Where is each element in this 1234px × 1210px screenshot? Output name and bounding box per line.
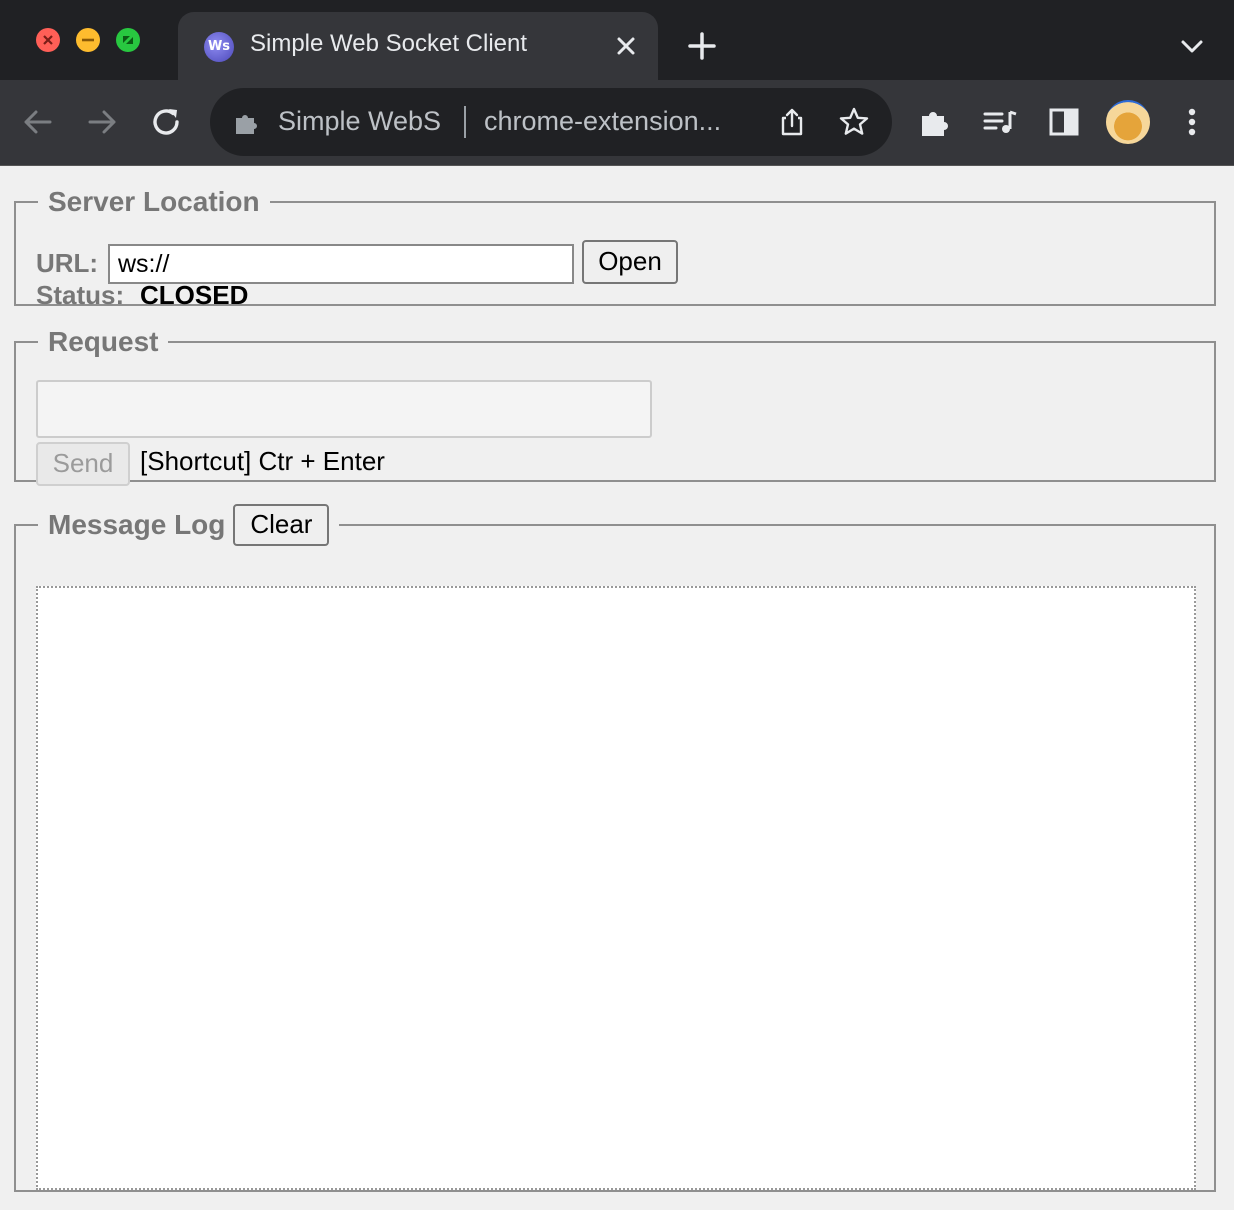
status-value: CLOSED (140, 280, 249, 310)
status-label: Status: (36, 280, 125, 310)
tab-close-icon[interactable] (612, 32, 640, 60)
site-name: Simple WebS (278, 106, 442, 136)
request-textarea[interactable] (36, 380, 652, 438)
extension-icon (236, 115, 257, 134)
request-legend: Request (48, 326, 159, 357)
message-log-section: Message Log Clear (14, 504, 1216, 1192)
open-button[interactable]: Open (582, 240, 678, 284)
request-section: Request Send [Shortcut] Ctr + Enter (14, 326, 1216, 486)
more-menu-icon[interactable] (1172, 102, 1212, 142)
browser-toolbar: Simple WebS chrome-extension... (0, 80, 1234, 166)
send-button[interactable]: Send (36, 442, 130, 486)
clear-button[interactable]: Clear (233, 504, 330, 546)
tab-title: Simple Web Socket Client (250, 30, 528, 57)
extension-page: Server Location URL: Open Status: CLOSED… (0, 166, 1234, 1210)
url-label: URL: (36, 248, 99, 278)
reload-icon[interactable] (146, 102, 186, 142)
url-input[interactable] (108, 244, 574, 284)
tab-strip: Ws Simple Web Socket Client (0, 0, 1234, 80)
media-control-icon[interactable] (980, 102, 1020, 142)
server-location-section: Server Location URL: Open Status: CLOSED (14, 186, 1216, 310)
message-log-area[interactable] (36, 586, 1196, 1190)
profile-avatar[interactable] (1106, 100, 1150, 144)
side-panel-icon[interactable] (1044, 102, 1084, 142)
new-tab-icon[interactable] (686, 30, 718, 62)
omnibox-divider (464, 106, 466, 138)
server-location-legend: Server Location (48, 186, 260, 217)
share-icon[interactable] (776, 106, 808, 138)
url-text[interactable]: chrome-extension... (484, 106, 721, 137)
address-bar[interactable]: Simple WebS chrome-extension... (210, 88, 892, 156)
tab-search-icon[interactable] (1178, 34, 1206, 58)
bookmark-star-icon[interactable] (838, 106, 870, 138)
maximize-window-icon[interactable] (116, 28, 140, 52)
forward-icon[interactable] (82, 102, 122, 142)
shortcut-hint: [Shortcut] Ctr + Enter (140, 446, 385, 476)
message-log-title: Message Log (48, 509, 226, 540)
message-log-legend: Message Log Clear (38, 504, 339, 546)
back-icon[interactable] (18, 102, 58, 142)
close-window-icon[interactable] (36, 28, 60, 52)
minimize-window-icon[interactable] (76, 28, 100, 52)
websocket-favicon-icon: Ws (204, 32, 234, 62)
active-tab[interactable]: Ws Simple Web Socket Client (178, 12, 658, 80)
extensions-puzzle-icon[interactable] (916, 102, 956, 142)
